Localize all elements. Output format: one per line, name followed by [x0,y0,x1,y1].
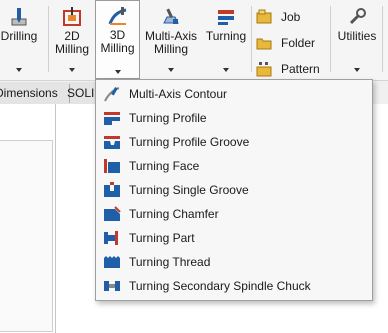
menu-item-turning-profile[interactable]: Turning Profile [96,106,370,130]
chevron-down-icon [354,68,360,72]
menu-item-label: Turning Single Groove [129,183,249,197]
menu-item-label: Turning Thread [129,255,211,269]
chevron-down-icon [69,68,75,72]
chevron-down-icon [16,68,22,72]
2d-milling-button[interactable]: 2D Milling [50,2,94,76]
chevron-down-icon [168,68,174,72]
tab-label: Dimensions [0,86,58,100]
menu-item-turning-single-groove[interactable]: Turning Single Groove [96,178,370,202]
menu-item-turning-face[interactable]: Turning Face [96,154,370,178]
menu-item-turning-part[interactable]: Turning Part [96,226,370,250]
divider [382,6,383,72]
turning-part-icon [104,231,118,245]
turning-button[interactable]: Turning [202,2,250,76]
milling-3d-dropdown-menu: Multi-Axis Contour Turning Profile Turni… [95,79,373,301]
multi-axis-contour-icon [104,87,120,102]
multi-axis-milling-icon [163,8,179,24]
chevron-down-icon [223,68,229,72]
folder-button[interactable]: Folder [256,30,326,56]
tab-strip: Dimensions SOLIDWORKS [0,82,105,105]
turning-profile-groove-icon [104,136,120,149]
2d-milling-label-2: Milling [54,42,89,56]
menu-item-turning-secondary-spindle-chuck[interactable]: Turning Secondary Spindle Chuck [96,274,370,298]
drilling-icon [11,8,27,26]
turning-label: Turning [205,29,247,43]
turning-thread-icon [104,256,120,268]
job-label: Job [281,10,301,24]
turning-face-icon [104,159,120,173]
ribbon: Drilling 2D Milling 3D Milling Multi-Axi… [0,0,388,81]
menu-item-label: Turning Part [129,231,195,245]
utilities-button[interactable]: Utilities [334,2,380,76]
turning-chamfer-icon [104,206,121,221]
multi-axis-milling-label-2: Milling [153,42,188,56]
divider [251,6,252,72]
menu-item-label: Turning Chamfer [129,207,219,221]
utilities-label: Utilities [337,29,377,43]
job-button[interactable]: Job [256,4,326,30]
turning-icon [218,10,234,25]
3d-milling-label-2: Milling [100,41,135,55]
menu-item-multi-axis-contour[interactable]: Multi-Axis Contour [96,82,370,106]
menu-item-turning-profile-groove[interactable]: Turning Profile Groove [96,130,370,154]
menu-item-turning-chamfer[interactable]: Turning Chamfer [96,202,370,226]
job-icon [256,9,272,24]
drilling-label: Drilling [0,29,38,43]
milling-3d-icon [108,7,126,25]
pattern-icon [256,62,272,77]
drilling-button[interactable]: Drilling [0,2,46,76]
3d-milling-button[interactable]: 3D Milling [95,0,140,79]
feature-tree-panel [0,104,56,333]
feature-tree-list[interactable] [0,140,53,332]
job-folder-pattern-group: Job Folder Pattern [256,4,326,82]
menu-item-turning-thread[interactable]: Turning Thread [96,250,370,274]
turning-profile-icon [104,112,120,125]
milling-2d-icon [63,7,81,26]
pattern-label: Pattern [281,62,320,76]
menu-item-label: Turning Profile Groove [129,135,250,149]
folder-icon [256,38,272,50]
turning-secondary-spindle-chuck-icon [104,281,120,291]
multi-axis-milling-button[interactable]: Multi-Axis Milling [142,2,200,76]
menu-item-label: Turning Secondary Spindle Chuck [129,279,311,293]
folder-label: Folder [281,36,316,50]
menu-item-label: Multi-Axis Contour [129,87,228,101]
divider [330,6,331,72]
turning-single-groove-icon [104,182,120,197]
utilities-icon [349,8,366,25]
chevron-down-icon [114,70,121,74]
tab-dimensions[interactable]: Dimensions [0,84,70,103]
divider [48,6,49,72]
menu-item-label: Turning Profile [129,111,207,125]
menu-item-label: Turning Face [129,159,200,173]
